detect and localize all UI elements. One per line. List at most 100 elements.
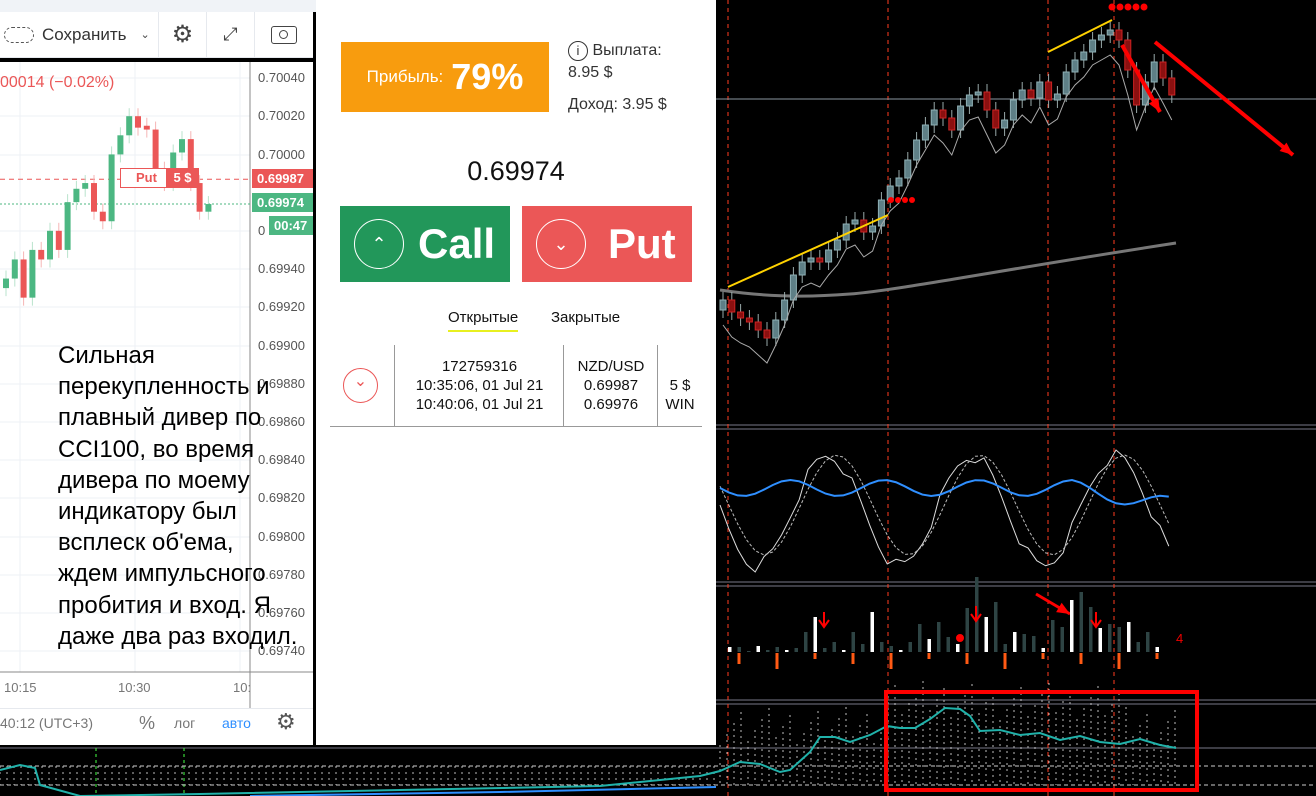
annotation-note: Сильная перекупленность и плавный дивер … — [58, 342, 298, 650]
volume-bar — [927, 639, 931, 652]
volume-bar-negative — [1079, 653, 1083, 664]
mt4-candle — [930, 109, 938, 126]
mt4-candle — [913, 139, 921, 161]
volume-bar-negative — [1041, 653, 1045, 659]
volume-bar — [994, 602, 998, 652]
mt4-candle — [798, 261, 806, 276]
volume-bar — [851, 632, 855, 652]
signal-dot — [902, 197, 908, 203]
volume-label: 4 — [1176, 631, 1184, 646]
mt4-candle — [1053, 93, 1061, 101]
volume-bar — [918, 624, 922, 652]
volume-bar — [899, 650, 903, 652]
volume-bar — [965, 608, 969, 652]
signal-dot — [1132, 3, 1140, 11]
volume-bar — [756, 646, 760, 652]
mt4-candle — [1080, 51, 1088, 61]
volume-bar-negative — [1117, 653, 1121, 669]
mt4-candle — [816, 257, 824, 263]
volume-bar — [1146, 632, 1150, 652]
mt4-candle — [1001, 119, 1009, 129]
mt4-candle — [957, 105, 965, 131]
mt4-candle — [1115, 29, 1123, 41]
volume-bar-negative — [1003, 653, 1007, 669]
volume-bar — [1117, 627, 1121, 652]
mt4-candle — [904, 159, 912, 179]
volume-bar — [937, 622, 941, 652]
volume-bar — [1079, 592, 1083, 652]
signal-dot — [909, 197, 915, 203]
volume-bar — [1022, 634, 1026, 652]
mt4-candle — [948, 117, 956, 131]
mt4-candle — [807, 257, 815, 263]
mt4-candle — [965, 94, 973, 107]
signal-dot — [1124, 3, 1132, 11]
volume-bar — [1051, 620, 1055, 652]
volume-bar — [842, 650, 846, 652]
bottom-indicator-background — [0, 745, 716, 796]
volume-bar-negative — [737, 653, 741, 664]
signal-dot — [956, 634, 964, 642]
mt4-candle — [737, 311, 745, 319]
volume-bar — [908, 642, 912, 652]
mt4-candle — [719, 299, 727, 311]
signal-dot — [1108, 3, 1116, 11]
mt4-candle — [895, 177, 903, 187]
volume-bar — [766, 650, 770, 652]
mt4-candle — [781, 299, 789, 321]
volume-bar — [946, 637, 950, 652]
mt4-candle — [1089, 39, 1097, 53]
volume-bar — [728, 647, 732, 652]
signal-dot — [895, 197, 901, 203]
volume-bar-negative — [813, 653, 817, 659]
volume-bar-negative — [851, 653, 855, 664]
volume-bar — [823, 648, 827, 652]
mt4-candle — [1027, 89, 1035, 99]
mt4-candle — [939, 109, 947, 119]
mt4-candle — [1159, 61, 1167, 79]
volume-bar — [880, 642, 884, 652]
volume-bar — [1155, 647, 1159, 652]
mt4-candle — [869, 225, 877, 233]
signal-dot — [1140, 3, 1148, 11]
volume-bar — [785, 650, 789, 652]
mt4-candle — [1045, 81, 1053, 101]
volume-bar-negative — [927, 653, 931, 659]
volume-bar — [1089, 607, 1093, 652]
volume-bar — [747, 651, 751, 652]
volume-bar — [889, 646, 893, 652]
mt4-candle — [833, 239, 841, 251]
mt4-candle — [772, 319, 780, 339]
mt4-candle — [745, 317, 753, 323]
mt4-candle — [921, 124, 929, 141]
mt4-candle — [1009, 99, 1017, 121]
volume-bar — [794, 648, 798, 652]
mt4-candle — [1062, 71, 1070, 95]
mt4-candle — [992, 109, 1000, 129]
volume-bar — [1060, 627, 1064, 652]
volume-bar — [1108, 624, 1112, 652]
mt4-candle — [1106, 29, 1114, 36]
mt4-candle — [763, 329, 771, 339]
volume-bar-negative — [1155, 653, 1159, 659]
volume-bar — [1070, 600, 1074, 652]
volume-bar — [775, 647, 779, 652]
mt4-candle — [851, 219, 859, 225]
volume-bar-negative — [965, 653, 969, 664]
mt4-candle — [974, 91, 982, 96]
volume-bar — [1098, 628, 1102, 652]
mt4-candle — [983, 91, 991, 111]
mt4-candle — [754, 321, 762, 331]
volume-bar-negative — [775, 653, 779, 669]
signal-dot — [888, 197, 894, 203]
volume-bar — [1041, 648, 1045, 652]
mt4-candle — [728, 299, 736, 313]
mt4-candle — [1018, 89, 1026, 101]
mt4-candle — [1071, 59, 1079, 73]
volume-bar — [870, 612, 874, 652]
mt4-candle — [1168, 77, 1176, 96]
volume-bar — [813, 617, 817, 652]
volume-bar-negative — [889, 653, 893, 669]
volume-bar — [1032, 636, 1036, 652]
mt4-candle — [1097, 34, 1105, 41]
